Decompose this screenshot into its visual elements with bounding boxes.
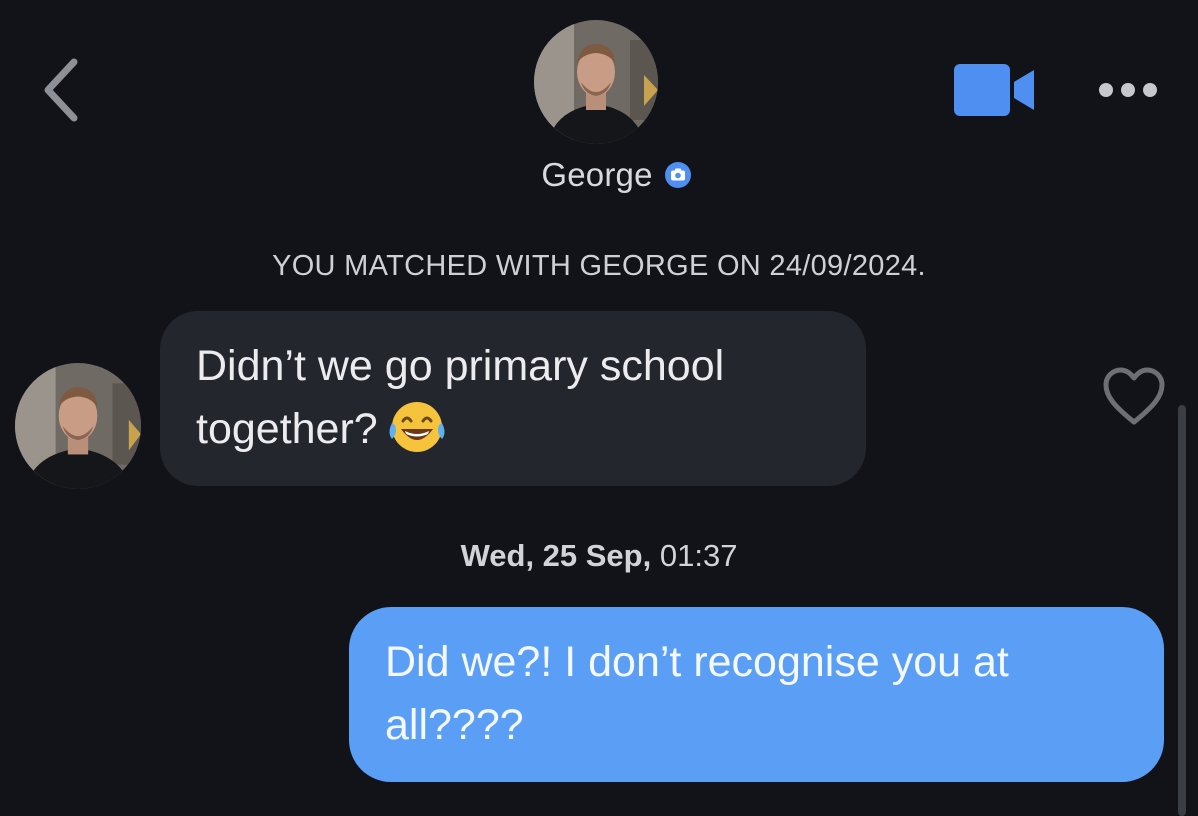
profile-photo bbox=[534, 20, 658, 144]
profile-photo bbox=[15, 363, 141, 489]
message-timestamp: Wed, 25 Sep, 01:37 bbox=[0, 538, 1198, 574]
heart-outline-icon bbox=[1103, 367, 1165, 425]
outgoing-message-bubble[interactable]: Did we?! I don’t recognise you at all???… bbox=[349, 607, 1164, 782]
scrollbar[interactable] bbox=[1178, 405, 1186, 816]
more-options-button[interactable] bbox=[1092, 72, 1166, 108]
message-sender-avatar[interactable] bbox=[15, 363, 141, 489]
ellipsis-icon bbox=[1099, 83, 1157, 97]
verified-camera-badge-icon bbox=[663, 160, 693, 190]
contact-name-row[interactable]: George bbox=[0, 150, 1198, 200]
video-camera-icon bbox=[954, 64, 1034, 116]
video-call-button[interactable] bbox=[950, 60, 1042, 120]
chevron-left-icon bbox=[44, 58, 78, 122]
message-text: Didn’t we go primary school together? bbox=[196, 342, 725, 453]
message-text: Did we?! I don’t recognise you at all???… bbox=[385, 638, 1009, 749]
contact-name: George bbox=[541, 156, 653, 193]
timestamp-time: 01:37 bbox=[659, 538, 738, 573]
back-button[interactable] bbox=[36, 56, 86, 126]
like-message-button[interactable] bbox=[1100, 366, 1168, 428]
contact-avatar[interactable] bbox=[534, 20, 658, 144]
chat-screen: George YOU MATCHED WITH GEORGE ON 24/09/… bbox=[0, 0, 1198, 816]
match-notice: YOU MATCHED WITH GEORGE ON 24/09/2024. bbox=[272, 250, 926, 282]
incoming-message-bubble[interactable]: Didn’t we go primary school together? bbox=[160, 311, 866, 486]
timestamp-day: Wed, 25 Sep, bbox=[460, 538, 652, 573]
face-with-tears-of-joy-icon bbox=[386, 399, 448, 455]
